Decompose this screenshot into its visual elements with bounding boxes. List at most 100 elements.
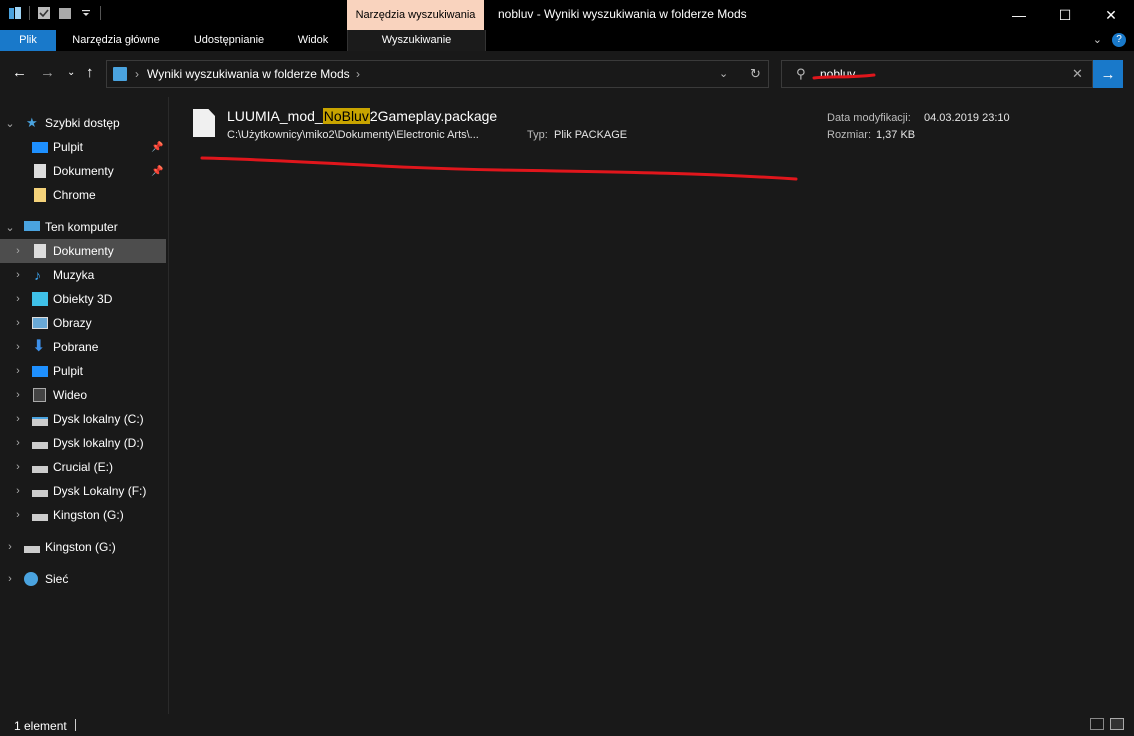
maximize-button[interactable]: ☐ bbox=[1042, 0, 1088, 30]
search-go-button[interactable]: → bbox=[1093, 60, 1123, 88]
usb-drive-icon bbox=[32, 514, 48, 521]
minimize-button[interactable]: — bbox=[996, 0, 1042, 30]
pin-icon[interactable]: 📌 bbox=[151, 166, 163, 177]
sidebar-item-network[interactable]: › Sieć bbox=[0, 567, 166, 591]
large-icons-view-icon[interactable] bbox=[1110, 718, 1124, 730]
hard-drive-icon bbox=[32, 442, 48, 449]
address-bar[interactable]: › Wyniki wyszukiwania w folderze Mods › … bbox=[106, 60, 769, 88]
properties-icon[interactable] bbox=[37, 6, 51, 20]
sidebar-item-drive-g[interactable]: › Kingston (G:) bbox=[0, 503, 166, 527]
navigation-pane: ⌄ ★ Szybki dostęp Pulpit 📌 Dokumenty 📌 C… bbox=[0, 97, 168, 714]
sidebar-item-label: Wideo bbox=[53, 388, 88, 402]
sidebar-item-quick-access[interactable]: ⌄ ★ Szybki dostęp bbox=[0, 111, 166, 135]
tab-home[interactable]: Narzędzia główne bbox=[60, 30, 172, 51]
search-input[interactable] bbox=[820, 65, 1060, 83]
file-type-label: Typ: bbox=[527, 129, 548, 141]
expand-chevron-icon[interactable]: › bbox=[12, 245, 24, 257]
close-button[interactable]: ✕ bbox=[1088, 0, 1134, 30]
search-box[interactable]: ⚲ ✕ bbox=[781, 60, 1093, 88]
tab-file[interactable]: Plik bbox=[0, 30, 56, 51]
sidebar-item-label: Pulpit bbox=[53, 364, 84, 378]
sidebar-item-label: Dokumenty bbox=[53, 244, 114, 258]
sidebar-item-pulpit[interactable]: › Pulpit bbox=[0, 359, 166, 383]
pin-icon[interactable]: 📌 bbox=[151, 142, 163, 153]
address-dropdown-icon[interactable]: ⌄ bbox=[719, 67, 728, 80]
expand-chevron-icon[interactable]: › bbox=[12, 437, 24, 449]
expand-chevron-icon[interactable]: › bbox=[12, 269, 24, 281]
folder-window-icon[interactable] bbox=[8, 6, 22, 20]
sidebar-item-obrazy[interactable]: › Obrazy bbox=[0, 311, 166, 335]
sidebar-item-label: Pulpit bbox=[53, 140, 84, 154]
expand-chevron-icon[interactable]: › bbox=[4, 573, 16, 585]
tab-share[interactable]: Udostępnianie bbox=[180, 30, 278, 51]
search-result-item[interactable]: LUUMIA_mod_NoBluv2Gameplay.package C:\Uż… bbox=[169, 97, 1134, 157]
search-results-folder-icon bbox=[113, 67, 127, 81]
sidebar-item-drive-c[interactable]: › Dysk lokalny (C:) bbox=[0, 407, 166, 431]
expand-ribbon-button[interactable]: ⌄ bbox=[1093, 33, 1102, 47]
sidebar-item-wideo[interactable]: › Wideo bbox=[0, 383, 166, 407]
customize-toolbar-icon[interactable] bbox=[79, 6, 93, 20]
expand-chevron-icon[interactable]: › bbox=[12, 341, 24, 353]
expand-chevron-icon[interactable]: › bbox=[12, 293, 24, 305]
sidebar-item-kingston[interactable]: › Kingston (G:) bbox=[0, 535, 166, 559]
sidebar-item-label: Ten komputer bbox=[45, 220, 118, 234]
desktop-icon bbox=[32, 142, 48, 153]
sidebar-item-drive-d[interactable]: › Dysk lokalny (D:) bbox=[0, 431, 166, 455]
help-button[interactable]: ? bbox=[1112, 33, 1126, 47]
back-arrow-icon[interactable]: ← bbox=[12, 64, 27, 81]
sidebar-item-label: Sieć bbox=[45, 572, 69, 586]
sidebar-item-label: Obrazy bbox=[53, 316, 92, 330]
expand-chevron-icon[interactable]: › bbox=[12, 485, 24, 497]
collapse-chevron-icon[interactable]: ⌄ bbox=[4, 117, 16, 130]
sidebar-item-label: Obiekty 3D bbox=[53, 292, 113, 306]
tab-view[interactable]: Widok bbox=[284, 30, 342, 51]
file-path: C:\Użytkownicy\miko2\Dokumenty\Electroni… bbox=[227, 129, 479, 141]
sidebar-item-label: Pobrane bbox=[53, 340, 99, 354]
sidebar-item-this-pc[interactable]: ⌄ Ten komputer bbox=[0, 215, 166, 239]
expand-chevron-icon[interactable]: › bbox=[4, 541, 16, 553]
expand-chevron-icon[interactable]: › bbox=[12, 317, 24, 329]
status-bar: 1 element bbox=[0, 714, 1134, 736]
details-view-icon[interactable] bbox=[1090, 718, 1104, 730]
up-arrow-icon[interactable]: ↑ bbox=[86, 64, 94, 81]
breadcrumb-separator-icon[interactable]: › bbox=[356, 67, 360, 81]
size-value: 1,37 KB bbox=[876, 129, 916, 141]
sidebar-item-dokumenty-quick[interactable]: Dokumenty 📌 bbox=[0, 159, 166, 183]
expand-chevron-icon[interactable]: › bbox=[12, 389, 24, 401]
sidebar-item-label: Crucial (E:) bbox=[53, 460, 114, 474]
expand-chevron-icon[interactable]: › bbox=[12, 365, 24, 377]
system-drive-icon bbox=[32, 417, 48, 426]
desktop-icon bbox=[32, 366, 48, 377]
expand-chevron-icon[interactable]: › bbox=[12, 509, 24, 521]
hard-drive-icon bbox=[32, 490, 48, 497]
breadcrumb[interactable]: Wyniki wyszukiwania w folderze Mods bbox=[147, 67, 350, 81]
expand-chevron-icon[interactable]: › bbox=[12, 461, 24, 473]
star-icon: ★ bbox=[26, 115, 38, 130]
sidebar-item-label: Kingston (G:) bbox=[53, 508, 124, 522]
navigation-bar: ← → ⌄ ↑ › Wyniki wyszukiwania w folderze… bbox=[0, 51, 1134, 97]
breadcrumb-separator-icon[interactable]: › bbox=[135, 67, 139, 81]
tab-search[interactable]: Wyszukiwanie bbox=[347, 30, 486, 51]
music-icon: ♪ bbox=[34, 267, 41, 283]
window-title: nobluv - Wyniki wyszukiwania w folderze … bbox=[498, 7, 747, 21]
sidebar-item-drive-e[interactable]: › Crucial (E:) bbox=[0, 455, 166, 479]
refresh-icon[interactable]: ↻ bbox=[750, 66, 761, 82]
sidebar-item-label: Kingston (G:) bbox=[45, 540, 116, 554]
file-icon bbox=[193, 109, 215, 137]
new-folder-icon[interactable] bbox=[58, 6, 72, 20]
sidebar-item-pobrane[interactable]: › ⬇ Pobrane bbox=[0, 335, 166, 359]
file-name-prefix: LUUMIA_mod_ bbox=[227, 108, 323, 124]
sidebar-item-dokumenty[interactable]: › Dokumenty bbox=[0, 239, 166, 263]
sidebar-item-pulpit-quick[interactable]: Pulpit 📌 bbox=[0, 135, 166, 159]
sidebar-item-chrome[interactable]: Chrome bbox=[0, 183, 166, 207]
sidebar-item-label: Muzyka bbox=[53, 268, 95, 282]
expand-chevron-icon[interactable]: › bbox=[12, 413, 24, 425]
clear-search-icon[interactable]: ✕ bbox=[1072, 66, 1083, 82]
collapse-chevron-icon[interactable]: ⌄ bbox=[4, 221, 16, 234]
sidebar-item-label: Szybki dostęp bbox=[45, 116, 120, 130]
sidebar-item-drive-f[interactable]: › Dysk Lokalny (F:) bbox=[0, 479, 166, 503]
recent-locations-chevron-icon[interactable]: ⌄ bbox=[67, 67, 75, 78]
sidebar-item-obiekty-3d[interactable]: › Obiekty 3D bbox=[0, 287, 166, 311]
forward-arrow-icon[interactable]: → bbox=[40, 64, 55, 81]
sidebar-item-muzyka[interactable]: › ♪ Muzyka bbox=[0, 263, 166, 287]
